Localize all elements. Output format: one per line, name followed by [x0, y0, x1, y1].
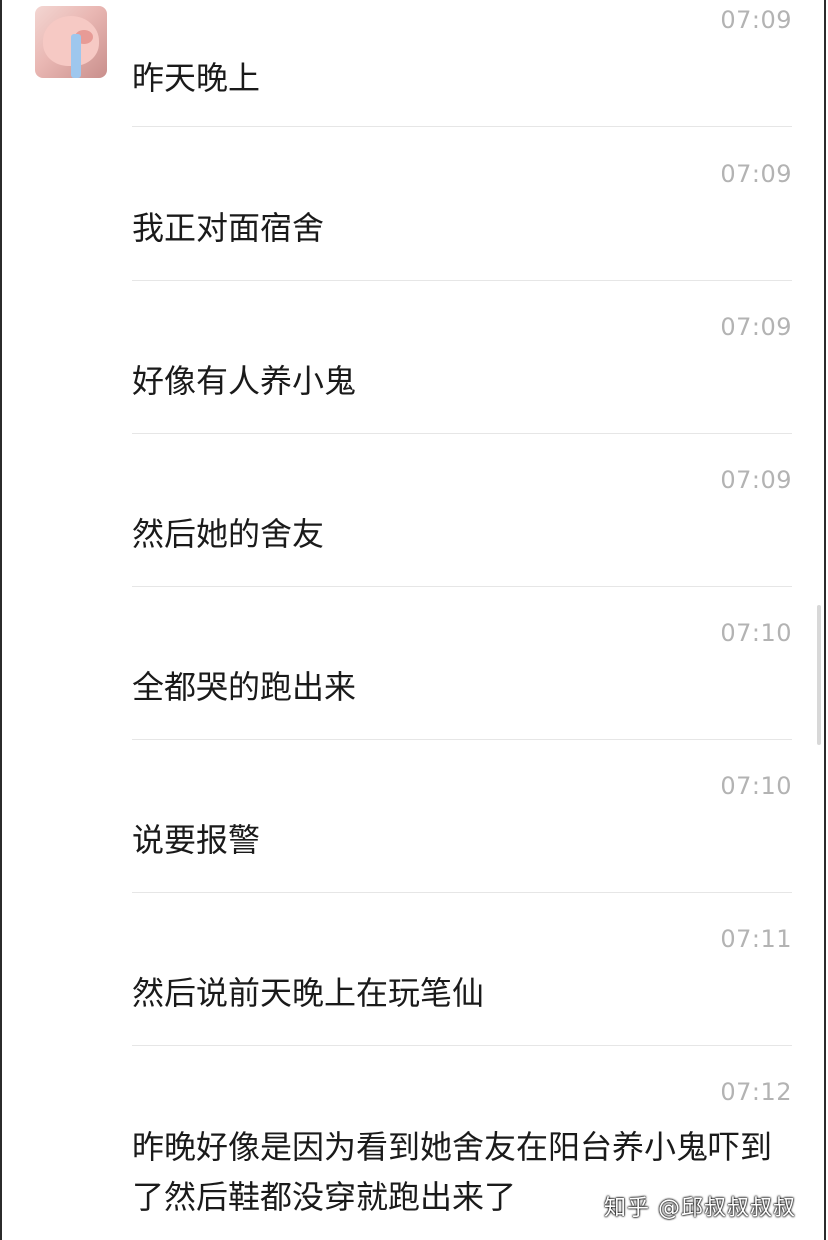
message-time: 07:11 [720, 925, 792, 953]
message-time: 07:09 [720, 6, 792, 34]
message-time: 07:10 [720, 619, 792, 647]
scrollbar[interactable] [817, 605, 821, 745]
message-text: 我正对面宿舍 [132, 209, 325, 247]
message-text: 全都哭的跑出来 [132, 668, 357, 706]
message-text: 昨天晚上 [132, 59, 261, 97]
message-time: 07:09 [720, 466, 792, 494]
message-time: 07:12 [720, 1078, 792, 1106]
message-text: 然后她的舍友 [132, 515, 325, 553]
message-item[interactable]: 07:09 我正对面宿舍 [132, 160, 792, 280]
message-text: 然后说前天晚上在玩笔仙 [132, 974, 485, 1012]
message-divider [132, 280, 792, 281]
message-item[interactable]: 07:10 全都哭的跑出来 [132, 619, 792, 739]
message-text: 说要报警 [132, 821, 261, 859]
watermark: 知乎 @邱叔叔叔叔 [604, 1196, 796, 1221]
message-item[interactable]: 07:09 好像有人养小鬼 [132, 313, 792, 433]
message-item[interactable]: 07:10 说要报警 [132, 772, 792, 892]
message-item[interactable]: 07:09 昨天晚上 [132, 6, 792, 126]
message-divider [132, 586, 792, 587]
message-time: 07:09 [720, 160, 792, 188]
message-divider [132, 892, 792, 893]
message-time: 07:10 [720, 772, 792, 800]
stick-image [71, 34, 81, 78]
message-item[interactable]: 07:09 然后她的舍友 [132, 466, 792, 586]
message-time: 07:09 [720, 313, 792, 341]
avatar[interactable] [35, 6, 107, 78]
message-divider [132, 739, 792, 740]
message-divider [132, 433, 792, 434]
message-item[interactable]: 07:11 然后说前天晚上在玩笔仙 [132, 925, 792, 1045]
message-text: 好像有人养小鬼 [132, 362, 357, 400]
message-divider [132, 1045, 792, 1046]
message-divider [132, 126, 792, 127]
